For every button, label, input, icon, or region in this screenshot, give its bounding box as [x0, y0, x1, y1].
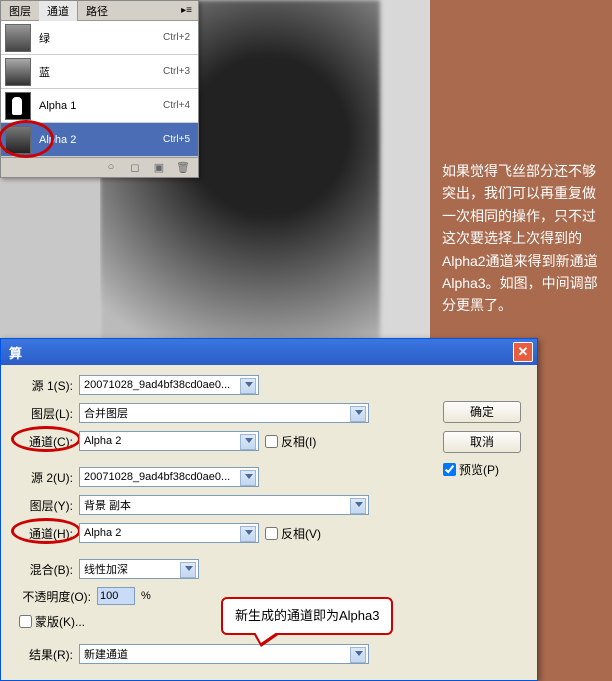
channel-thumb	[5, 24, 31, 52]
new-channel-icon[interactable]: ▣	[152, 161, 166, 174]
channels-panel: 图层 通道 路径 ▸≡ 绿 Ctrl+2 蓝 Ctrl+3 Alpha 1 Ct…	[0, 0, 199, 178]
dialog-title: 算	[9, 343, 22, 362]
channel2-dropdown[interactable]: Alpha 2	[79, 523, 259, 543]
source2-label: 源 2(U):	[13, 469, 73, 486]
opacity-label: 不透明度(O):	[13, 588, 91, 605]
result-dropdown[interactable]: 新建通道	[79, 644, 369, 664]
panel-footer: ○ ◻ ▣ 🗑	[1, 157, 198, 177]
channel-name: Alpha 2	[39, 134, 163, 146]
channel-shortcut: Ctrl+2	[163, 32, 190, 43]
layer2-label: 图层(Y):	[13, 497, 73, 514]
mask-checkbox[interactable]	[19, 615, 32, 628]
opacity-input[interactable]	[97, 587, 135, 605]
panel-tabs: 图层 通道 路径 ▸≡	[1, 1, 198, 21]
opacity-unit: %	[141, 590, 151, 602]
save-selection-icon[interactable]: ◻	[128, 161, 142, 174]
layer1-label: 图层(L):	[13, 405, 73, 422]
channel-name: 蓝	[39, 64, 163, 80]
dialog-titlebar[interactable]: 算 ✕	[1, 339, 537, 365]
channel-row-alpha1[interactable]: Alpha 1 Ctrl+4	[1, 89, 198, 123]
tab-channels[interactable]: 通道	[39, 1, 78, 21]
channel-thumb	[5, 92, 31, 120]
channel1-label: 通道(C):	[13, 433, 73, 450]
preview-checkbox[interactable]	[443, 463, 456, 476]
layer2-dropdown[interactable]: 背景 副本	[79, 495, 369, 515]
calculations-dialog: 算 ✕ 确定 取消 预览(P) 源 1(S): 20071028_9ad4bf3…	[0, 338, 538, 681]
panel-menu-icon[interactable]: ▸≡	[175, 3, 198, 18]
invert2-label: 反相(V)	[281, 525, 321, 542]
side-explanation-text: 如果觉得飞丝部分还不够突出，我们可以再重复做一次相同的操作，只不过这次要选择上次…	[442, 160, 602, 317]
source1-label: 源 1(S):	[13, 377, 73, 394]
channel-thumb	[5, 126, 31, 154]
invert1-checkbox[interactable]	[265, 435, 278, 448]
channel-thumb	[5, 58, 31, 86]
channel-shortcut: Ctrl+3	[163, 66, 190, 77]
layer1-dropdown[interactable]: 合并图层	[79, 403, 369, 423]
callout-annotation: 新生成的通道即为Alpha3	[221, 597, 393, 635]
tab-paths[interactable]: 路径	[78, 1, 116, 21]
channel2-label: 通道(H):	[13, 525, 73, 542]
blend-dropdown[interactable]: 线性加深	[79, 559, 199, 579]
invert1-label: 反相(I)	[281, 433, 316, 450]
channel-name: 绿	[39, 30, 163, 46]
ok-button[interactable]: 确定	[443, 401, 521, 423]
invert2-checkbox[interactable]	[265, 527, 278, 540]
load-selection-icon[interactable]: ○	[104, 161, 118, 174]
mask-label: 蒙版(K)...	[35, 613, 85, 630]
channel-shortcut: Ctrl+5	[163, 134, 190, 145]
result-label: 结果(R):	[13, 646, 73, 663]
channel-name: Alpha 1	[39, 100, 163, 112]
channel1-dropdown[interactable]: Alpha 2	[79, 431, 259, 451]
blend-label: 混合(B):	[13, 561, 73, 578]
channel-shortcut: Ctrl+4	[163, 100, 190, 111]
channel-row-alpha2[interactable]: Alpha 2 Ctrl+5	[1, 123, 198, 157]
source1-dropdown[interactable]: 20071028_9ad4bf38cd0ae0...	[79, 375, 259, 395]
delete-channel-icon[interactable]: 🗑	[176, 161, 190, 174]
channel-row-blue[interactable]: 蓝 Ctrl+3	[1, 55, 198, 89]
channel-row-green[interactable]: 绿 Ctrl+2	[1, 21, 198, 55]
source2-dropdown[interactable]: 20071028_9ad4bf38cd0ae0...	[79, 467, 259, 487]
tab-layers[interactable]: 图层	[1, 1, 39, 21]
preview-label: 预览(P)	[459, 461, 499, 478]
close-icon[interactable]: ✕	[513, 342, 533, 362]
